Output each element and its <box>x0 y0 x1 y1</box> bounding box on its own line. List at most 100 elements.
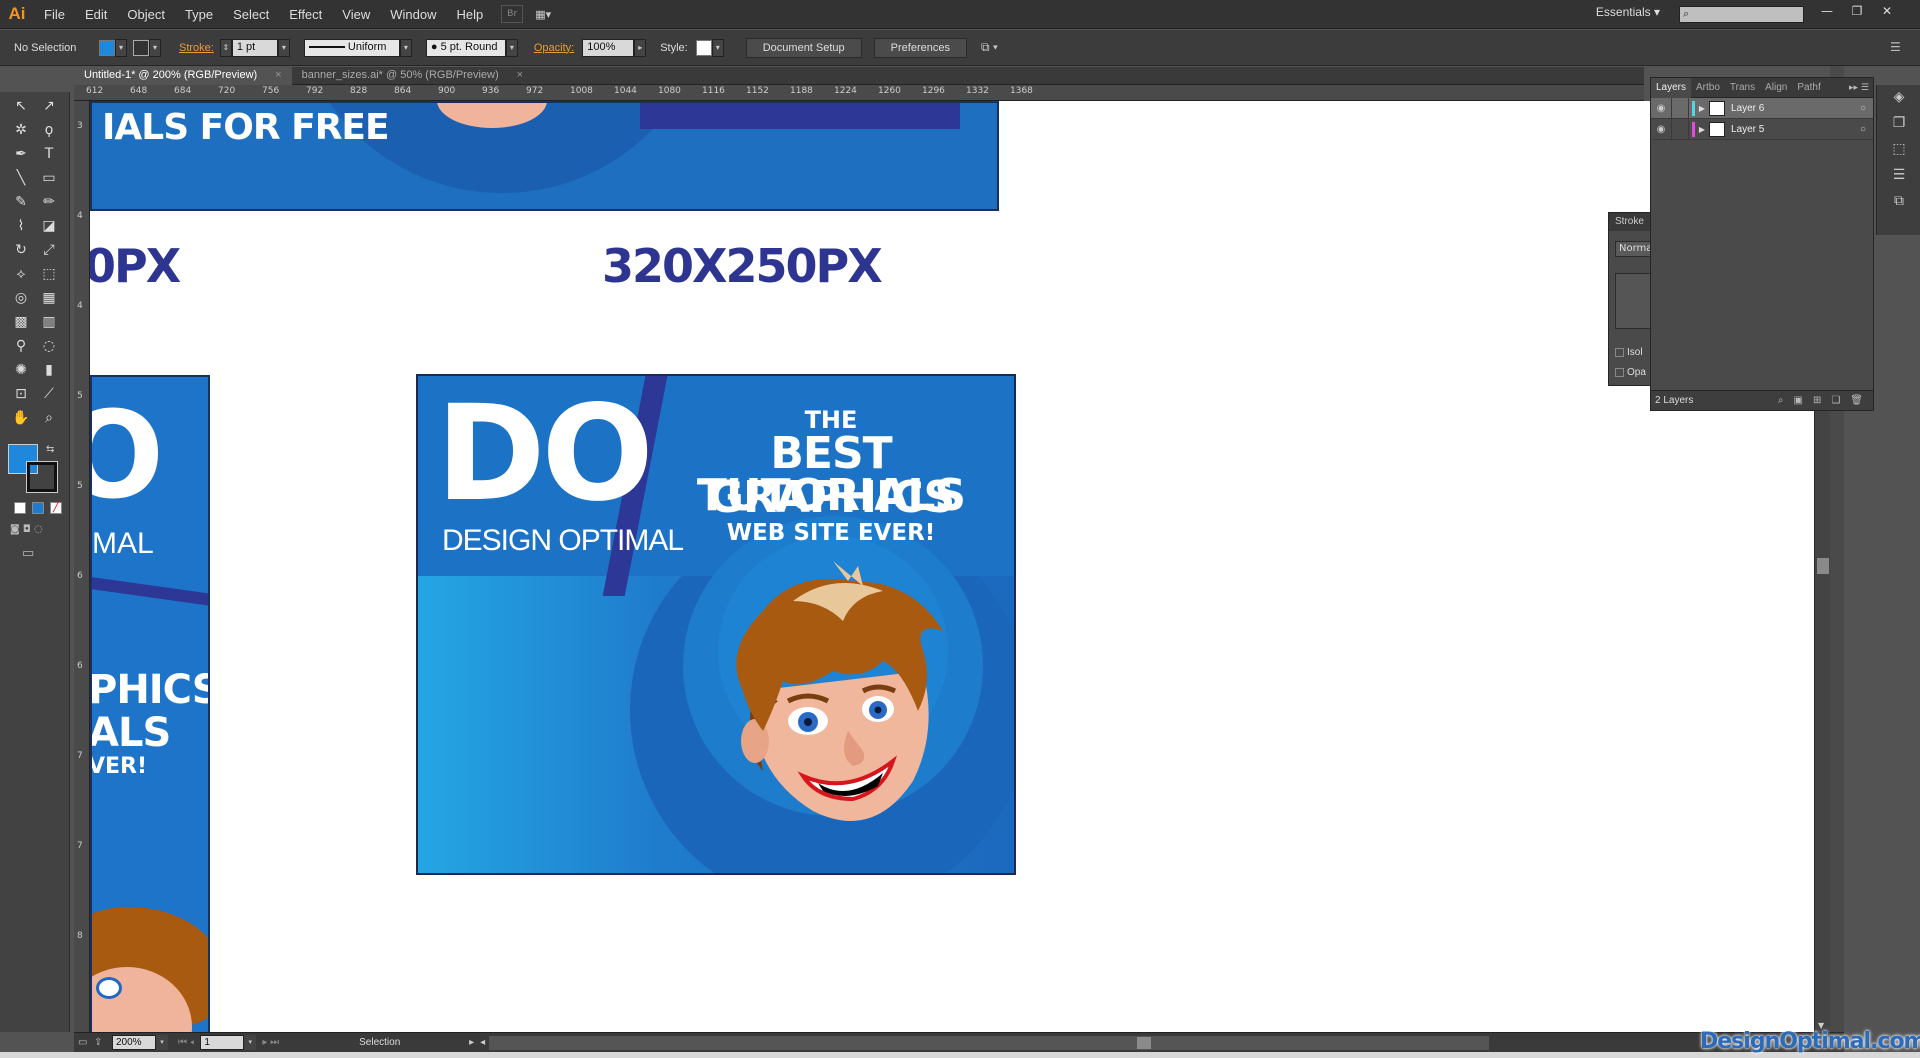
mesh-tool-icon[interactable]: ▩ <box>8 310 34 334</box>
top-banner-artboard[interactable]: IALS FOR FREE <box>90 101 999 211</box>
eyedropper-tool-icon[interactable]: ⚲ <box>8 334 34 358</box>
symbol-sprayer-tool-icon[interactable]: ✺ <box>8 358 34 382</box>
close-icon[interactable]: × <box>517 69 523 83</box>
menu-file[interactable]: File <box>34 0 75 29</box>
width-tool-icon[interactable]: ⟡ <box>8 262 34 286</box>
slice-tool-icon[interactable]: ⟋ <box>36 382 62 406</box>
restore-icon[interactable]: ❐ <box>1846 4 1868 22</box>
eraser-tool-icon[interactable]: ◪ <box>36 214 62 238</box>
paintbrush-tool-icon[interactable]: ✎ <box>8 190 34 214</box>
none-mode-icon[interactable]: ╱ <box>50 502 62 514</box>
hand-tool-icon[interactable]: ✋ <box>8 406 34 430</box>
layer-row[interactable]: ◉ ▶ Layer 6 ○ <box>1651 97 1873 119</box>
delete-layer-icon[interactable]: 🗑 <box>1850 395 1863 406</box>
fill-swatch[interactable] <box>99 39 115 56</box>
first-artboard-icon[interactable]: ⏮ ◂ <box>178 1037 194 1048</box>
chevron-down-icon[interactable]: ▾ <box>115 38 127 57</box>
minimize-icon[interactable]: — <box>1816 4 1838 22</box>
lasso-tool-icon[interactable]: ϙ <box>36 118 62 142</box>
opacity-field[interactable]: 100% <box>582 38 635 57</box>
layers-panel-icon[interactable]: ◈ <box>1889 89 1909 109</box>
opacity-label[interactable]: Opacity: <box>534 42 574 54</box>
blend-mode-select[interactable]: Normal <box>1615 241 1651 257</box>
tab-pathfinder[interactable]: Pathf <box>1792 78 1825 98</box>
chevron-down-icon[interactable]: ▾ <box>505 38 518 57</box>
blob-brush-tool-icon[interactable]: ⌇ <box>8 214 34 238</box>
swap-colors-icon[interactable]: ⇆ <box>46 444 54 455</box>
stroke-panel-title[interactable]: Stroke <box>1609 213 1651 231</box>
menu-edit[interactable]: Edit <box>75 0 117 29</box>
chevron-right-icon[interactable]: ▸ <box>634 38 647 57</box>
pathfinder-panel-icon[interactable]: ⧉ <box>1889 193 1909 213</box>
main-banner-artboard[interactable]: DO DESIGN OPTIMAL THE BEST GRAPHICS TUTO… <box>416 374 1016 875</box>
menu-type[interactable]: Type <box>175 0 223 29</box>
expand-triangle-icon[interactable]: ▶ <box>1695 125 1709 134</box>
zoom-tool-icon[interactable]: ⌕ <box>36 406 62 430</box>
blend-tool-icon[interactable]: ◌ <box>36 334 62 358</box>
workspace-switcher[interactable]: Essentials ▾ <box>1596 5 1660 19</box>
rectangle-tool-icon[interactable]: ▭ <box>36 166 62 190</box>
stroke-label[interactable]: Stroke: <box>179 42 214 54</box>
new-layer-icon[interactable]: ❏ <box>1831 395 1840 406</box>
pencil-tool-icon[interactable]: ✏ <box>36 190 62 214</box>
bridge-icon[interactable]: Br <box>501 5 524 23</box>
stroke-profile-select[interactable]: Uniform <box>303 38 400 57</box>
search-input[interactable]: ⌕ <box>1679 6 1804 23</box>
next-artboard-icon[interactable]: ▸ ⏭ <box>262 1037 279 1048</box>
chevron-down-icon[interactable]: ▾ <box>244 1035 257 1050</box>
chevron-down-icon[interactable]: ▾ <box>149 38 161 57</box>
tab-align[interactable]: Align <box>1760 78 1792 98</box>
new-sublayer-icon[interactable]: ⊞ <box>1813 395 1821 406</box>
zoom-field[interactable]: 200% <box>112 1035 156 1050</box>
canvas[interactable]: IALS FOR FREE 0PX 320X250PX O MAL PHICS … <box>90 101 1814 1032</box>
stroke-swatch[interactable] <box>133 39 149 56</box>
rotate-tool-icon[interactable]: ↻ <box>8 238 34 262</box>
target-circle-icon[interactable]: ○ <box>1853 124 1873 135</box>
left-banner-artboard[interactable]: O MAL PHICS ALS VER! <box>90 375 210 1032</box>
drawing-modes-icon[interactable]: ◙ ◘ ◌ <box>10 524 43 535</box>
color-mode-icon[interactable] <box>14 502 26 514</box>
tab-untitled-1[interactable]: Untitled-1* @ 200% (RGB/Preview) × <box>74 67 292 85</box>
horizontal-ruler[interactable]: 612 648 684 720 756 792 828 864 900 936 972 1008 104… <box>74 85 1644 101</box>
pen-tool-icon[interactable]: ✒ <box>8 142 34 166</box>
layer-row[interactable]: ◉ ▶ Layer 5 ○ <box>1651 118 1873 140</box>
chevron-right-icon[interactable]: ▸ <box>469 1037 474 1048</box>
artboard-number-field[interactable]: 1 <box>200 1035 245 1050</box>
menu-effect[interactable]: Effect <box>279 0 332 29</box>
style-swatch[interactable] <box>695 39 712 56</box>
tab-layers[interactable]: Layers <box>1651 77 1692 98</box>
direct-selection-tool-icon[interactable]: ↗ <box>36 94 62 118</box>
transform-panel-icon[interactable]: ⬚ <box>1889 141 1909 161</box>
artboards-panel-icon[interactable]: ❐ <box>1889 115 1909 135</box>
gradient-tool-icon[interactable]: ▥ <box>36 310 62 334</box>
chevron-down-icon[interactable]: ▾ <box>711 38 724 57</box>
share-icon[interactable]: ⇪ <box>94 1037 112 1048</box>
magic-wand-tool-icon[interactable]: ✲ <box>8 118 34 142</box>
close-icon[interactable]: × <box>275 69 281 83</box>
panel-menu-icon[interactable]: ▸▸ ☰ <box>1849 83 1873 93</box>
tab-artboards[interactable]: Artbo <box>1691 78 1725 98</box>
stroke-weight-field[interactable]: 1 pt <box>231 38 278 57</box>
layer-name[interactable]: Layer 5 <box>1731 124 1853 135</box>
opacity-checkbox[interactable]: Opa <box>1615 367 1646 378</box>
panel-menu-icon[interactable]: ☰ <box>1890 40 1901 54</box>
perspective-grid-tool-icon[interactable]: ▦ <box>36 286 62 310</box>
menu-object[interactable]: Object <box>117 0 175 29</box>
selection-tool-icon[interactable]: ↖ <box>8 94 34 118</box>
tab-banner-sizes[interactable]: banner_sizes.ai* @ 50% (RGB/Preview) × <box>292 67 533 85</box>
artboard-nav-icon[interactable]: ▭ <box>78 1037 94 1048</box>
document-setup-button[interactable]: Document Setup <box>745 37 862 58</box>
column-graph-tool-icon[interactable]: ▮ <box>36 358 62 382</box>
horizontal-scrollbar[interactable] <box>489 1035 1490 1050</box>
lock-toggle[interactable] <box>1671 118 1689 140</box>
layer-name[interactable]: Layer 6 <box>1731 103 1853 114</box>
menu-view[interactable]: View <box>332 0 380 29</box>
brush-select[interactable]: ● 5 pt. Round <box>425 38 506 57</box>
screen-mode-icon[interactable]: ▭ <box>22 546 34 561</box>
scrollbar-thumb[interactable] <box>1817 558 1829 574</box>
stroke-color-icon[interactable] <box>26 461 58 493</box>
menu-help[interactable]: Help <box>446 0 493 29</box>
lock-toggle[interactable] <box>1671 97 1689 119</box>
stroke-stepper[interactable]: ⇕ <box>219 38 232 57</box>
artboard-tool-icon[interactable]: ⊡ <box>8 382 34 406</box>
